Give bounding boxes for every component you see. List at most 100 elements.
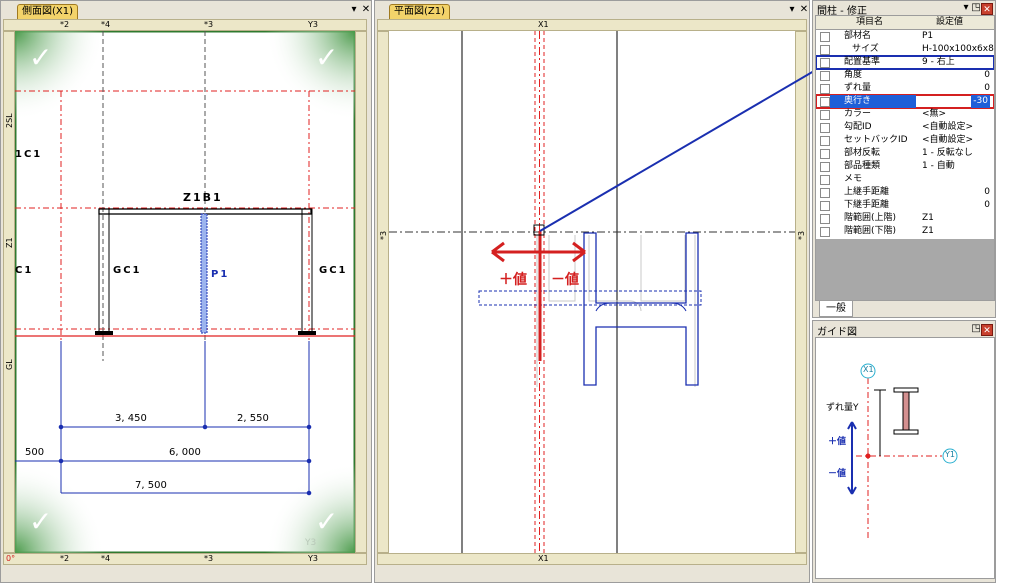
property-value: 0 xyxy=(984,187,990,197)
property-row[interactable]: 部材反転 1 - 反転なし xyxy=(816,147,994,160)
property-row[interactable]: 部材名 P1 xyxy=(816,30,994,43)
ruler-label: 0° xyxy=(6,554,16,563)
ruler-label: Y3 xyxy=(308,20,318,29)
row-checkbox[interactable] xyxy=(820,71,830,81)
row-checkbox[interactable] xyxy=(820,175,830,185)
row-checkbox[interactable] xyxy=(820,110,830,120)
tab-general[interactable]: 一般 xyxy=(819,301,853,317)
property-row[interactable]: 上継手距離 0 xyxy=(816,186,994,199)
pin-icon[interactable]: ▾ xyxy=(961,2,971,14)
check-icon: ✓ xyxy=(29,505,53,538)
ruler-label: Z1 xyxy=(5,237,14,248)
property-row[interactable]: サイズ H-100x100x6x8 xyxy=(816,43,994,56)
row-checkbox[interactable] xyxy=(820,149,830,159)
check-icon: ✓ xyxy=(315,505,339,538)
dimension-label: 500 xyxy=(25,447,45,458)
property-row[interactable]: 角度 0 xyxy=(816,69,994,82)
dimension-label: 6, 000 xyxy=(169,447,201,458)
property-name: ずれ量 xyxy=(844,83,872,93)
ruler-label: *3 xyxy=(204,20,214,29)
ruler-label: *2 xyxy=(60,554,70,563)
property-value: 0 xyxy=(984,200,990,210)
column-header-name: 項目名 xyxy=(856,17,884,27)
ruler-label: GL xyxy=(5,359,14,370)
row-checkbox[interactable] xyxy=(820,84,830,94)
property-value: 1 - 反転なし xyxy=(922,148,973,158)
row-checkbox[interactable] xyxy=(820,123,830,133)
ruler-label: X1 xyxy=(538,20,549,29)
guide-x-label: X1 xyxy=(863,365,874,374)
property-row[interactable]: 配置基準 9 - 右上 xyxy=(816,55,994,70)
property-name: 角度 xyxy=(844,70,863,80)
property-value-input[interactable]: -30 xyxy=(971,95,990,108)
plan-ruler-bottom: X1 xyxy=(377,553,807,565)
plan-ruler-top: X1 xyxy=(377,19,807,31)
property-row[interactable]: 階範囲(上階) Z1 xyxy=(816,212,994,225)
property-row[interactable]: 下継手距離 0 xyxy=(816,199,994,212)
close-icon[interactable]: ✕ xyxy=(799,4,809,16)
property-row[interactable]: 階範囲(下階) Z1 xyxy=(816,225,994,238)
side-canvas[interactable]: ✓ ✓ ✓ ✓ Z1B1 1C1 C1 GC1 P1 GC1 3, 450 2,… xyxy=(15,31,355,553)
property-grid: 項目名 設定値 部材名 P1 サイズ H-100x100x6x8 配置基準 9 - 右… xyxy=(815,15,995,301)
property-value: 9 - 右上 xyxy=(922,57,955,67)
row-checkbox[interactable] xyxy=(820,214,830,224)
label-col: GC1 xyxy=(319,265,348,276)
ruler-label: *4 xyxy=(101,20,111,29)
pin-icon[interactable]: ▾ xyxy=(787,4,797,16)
label-col: 1C1 xyxy=(15,149,43,160)
ruler-label: *4 xyxy=(101,554,111,563)
ruler-label: *3 xyxy=(379,230,388,240)
property-name: 部品種類 xyxy=(844,161,881,171)
tab-plan-view[interactable]: 平面図(Z1) xyxy=(389,4,451,19)
label-beam: Z1B1 xyxy=(183,191,223,204)
row-checkbox[interactable] xyxy=(820,58,830,68)
property-value: <自動設定> xyxy=(922,122,974,132)
property-name: 下継手距離 xyxy=(844,200,890,210)
restore-icon[interactable]: ◳ xyxy=(971,2,981,14)
label-col: GC1 xyxy=(113,265,142,276)
side-ruler-top: *2 *4 *3 Y3 xyxy=(3,19,367,31)
plan-canvas[interactable]: ＋値 －値 xyxy=(389,31,795,553)
property-row[interactable]: 勾配ID <自動設定> xyxy=(816,121,994,134)
check-icon: ✓ xyxy=(315,41,339,74)
property-row-selected[interactable]: 奥行き -30 xyxy=(816,94,994,109)
close-icon[interactable]: ✕ xyxy=(361,4,371,16)
plus-value-label: ＋値 xyxy=(499,272,527,288)
property-value: H-100x100x6x8 xyxy=(922,44,994,54)
row-checkbox[interactable] xyxy=(820,162,830,172)
grid-empty-area xyxy=(816,239,994,300)
property-value: P1 xyxy=(922,31,934,41)
property-name: 階範囲(上階) xyxy=(844,213,897,223)
guide-title: ガイド図 xyxy=(817,327,857,338)
property-name: 部材反転 xyxy=(844,148,881,158)
row-checkbox[interactable] xyxy=(820,201,830,211)
restore-icon[interactable]: ◳ xyxy=(971,323,981,335)
row-checkbox[interactable] xyxy=(820,97,830,107)
row-checkbox[interactable] xyxy=(820,188,830,198)
properties-panel: 間柱 - 修正 ▾ ◳ ✕ 項目名 設定値 部材名 P1 サイズ H-100x100… xyxy=(812,0,996,318)
pin-icon[interactable]: ▾ xyxy=(349,4,359,16)
property-row[interactable]: ずれ量 0 xyxy=(816,82,994,95)
check-icon: ✓ xyxy=(29,41,53,74)
property-name: 勾配ID xyxy=(844,122,872,132)
property-name: カラー xyxy=(844,109,872,119)
property-row[interactable]: メモ xyxy=(816,173,994,186)
row-checkbox[interactable] xyxy=(820,45,830,55)
tab-side-view[interactable]: 側面図(X1) xyxy=(17,4,79,19)
row-checkbox[interactable] xyxy=(820,32,830,42)
property-row[interactable]: カラー <無> xyxy=(816,108,994,121)
side-ruler-bottom: 0° *2 *4 *3 Y3 xyxy=(3,553,367,565)
label-col: P1 xyxy=(211,269,230,280)
property-value: 0 xyxy=(984,70,990,80)
row-checkbox[interactable] xyxy=(820,136,830,146)
column-header-value: 設定値 xyxy=(936,17,964,27)
plan-ruler-left: *3 xyxy=(377,31,389,553)
property-name: セットバックID xyxy=(844,135,908,145)
row-checkbox[interactable] xyxy=(820,227,830,237)
property-value: <自動設定> xyxy=(922,135,974,145)
close-button[interactable]: ✕ xyxy=(981,3,993,15)
property-row[interactable]: 部品種類 1 - 自動 xyxy=(816,160,994,173)
close-button[interactable]: ✕ xyxy=(981,324,993,336)
property-row[interactable]: セットバックID <自動設定> xyxy=(816,134,994,147)
property-name: 階範囲(下階) xyxy=(844,226,897,236)
